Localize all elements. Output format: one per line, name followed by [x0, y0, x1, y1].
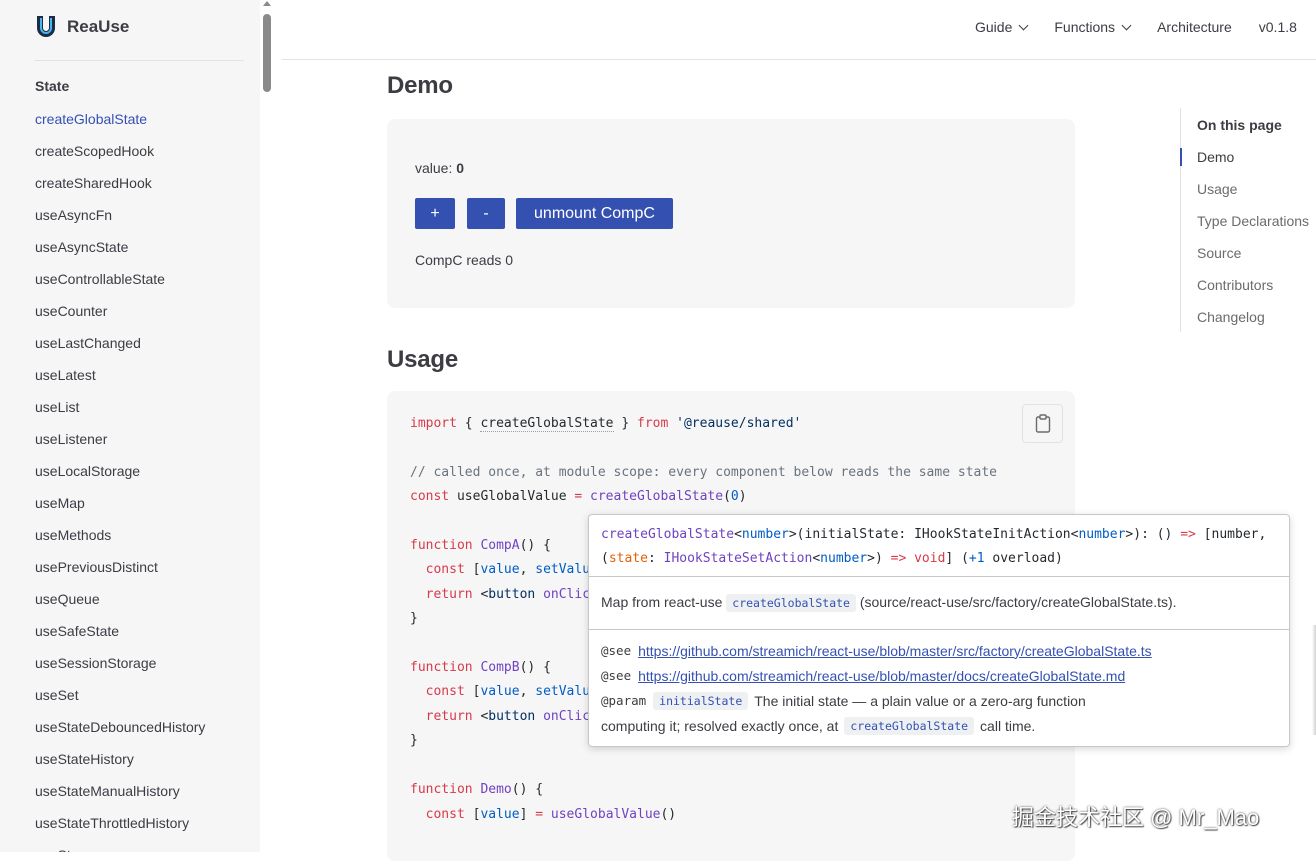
sidebar-item-usemethods[interactable]: useMethods	[35, 519, 205, 551]
sidebar-item-usestatehistory[interactable]: useStateHistory	[35, 743, 205, 775]
sidebar-item-usequeue[interactable]: useQueue	[35, 583, 205, 615]
tooltip-divider	[589, 629, 1289, 630]
watermark: 掘金技术社区 @ Mr_Mao	[1012, 805, 1260, 830]
usage-heading: Usage	[387, 346, 459, 373]
nav-functions-dropdown[interactable]: Functions	[1054, 19, 1132, 35]
sidebar-item-usest[interactable]: useSt	[35, 839, 205, 852]
demo-value-label: value:	[415, 160, 453, 176]
demo-box: value: 0 + - unmount CompC CompC reads 0	[387, 119, 1075, 308]
decrement-button[interactable]: -	[467, 198, 505, 229]
sidebar-divider	[34, 60, 244, 61]
scroll-up-arrow-icon[interactable]	[263, 1, 271, 6]
tooltip-desc-suffix: (source/react-use/src/factory/createGlob…	[859, 594, 1177, 610]
code-line: function Demo() {	[410, 782, 544, 798]
demo-value-text: value: 0	[415, 160, 464, 176]
param-text-2a: computing it; resolved exactly once, at	[601, 717, 839, 734]
nav-guide-label: Guide	[975, 19, 1013, 35]
toc-item-demo[interactable]: Demo	[1197, 149, 1309, 181]
top-navbar: Guide Functions Architecture v0.1.8	[282, 0, 1316, 60]
tooltip-divider	[589, 576, 1289, 577]
sidebar-item-uselocalstorage[interactable]: useLocalStorage	[35, 455, 205, 487]
table-of-contents: On this page Demo Usage Type Declaration…	[1180, 108, 1316, 332]
sidebar-item-uselastchanged[interactable]: useLastChanged	[35, 327, 205, 359]
toc-title: On this page	[1197, 117, 1282, 133]
sidebar-item-usestatethrottledhistory[interactable]: useStateThrottledHistory	[35, 807, 205, 839]
code-line: const useGlobalValue = createGlobalState…	[410, 489, 747, 505]
nav-architecture-link[interactable]: Architecture	[1157, 19, 1232, 35]
sidebar-item-useasyncstate[interactable]: useAsyncState	[35, 231, 205, 263]
code-line: // called once, at module scope: every c…	[410, 464, 997, 480]
sidebar-item-usecontrollablestate[interactable]: useControllableState	[35, 263, 205, 295]
signature-line: (state: IHookStateSetAction<number>) => …	[601, 551, 1063, 566]
compc-reads-text: CompC reads 0	[415, 252, 514, 268]
signature-line: createGlobalState<number>(initialState: …	[601, 527, 1267, 542]
tooltip-desc-prefix: Map from react-use	[601, 594, 723, 610]
increment-button[interactable]: +	[415, 198, 455, 229]
param-code: createGlobalState	[844, 716, 975, 735]
nav-architecture-label: Architecture	[1157, 19, 1232, 35]
see-link-2[interactable]: https://github.com/streamich/react-use/b…	[638, 668, 1125, 684]
version-label: v0.1.8	[1258, 19, 1297, 35]
toc-item-changelog[interactable]: Changelog	[1197, 309, 1309, 341]
sidebar-item-usecounter[interactable]: useCounter	[35, 295, 205, 327]
toc-list: Demo Usage Type Declarations Source Cont…	[1197, 149, 1309, 341]
toc-item-source[interactable]: Source	[1197, 245, 1309, 277]
copy-code-button[interactable]	[1022, 404, 1063, 443]
sidebar-item-usestatemanualhistory[interactable]: useStateManualHistory	[35, 775, 205, 807]
app-name: ReaUse	[67, 17, 130, 36]
param-name: initialState	[653, 691, 749, 710]
scrollbar-thumb[interactable]	[263, 14, 271, 92]
version-dropdown[interactable]: v0.1.8	[1259, 19, 1297, 35]
logo-icon	[37, 16, 55, 37]
sidebar-item-uselatest[interactable]: useLatest	[35, 359, 205, 391]
code-line: import { createGlobalState } from '@reau…	[410, 416, 802, 432]
toc-item-contributors[interactable]: Contributors	[1197, 277, 1309, 309]
param-text-1: The initial state — a plain value or a z…	[754, 692, 1086, 709]
sidebar-item-useasyncfn[interactable]: useAsyncFn	[35, 199, 205, 231]
see-tag: @see	[601, 668, 632, 683]
toc-active-marker	[1180, 148, 1182, 166]
param-text-2b: call time.	[980, 717, 1036, 734]
sidebar-scrollbar[interactable]	[260, 0, 274, 852]
sidebar-item-usepreviousdistinct[interactable]: usePreviousDistinct	[35, 551, 205, 583]
sidebar-item-usestatedebouncedhistory[interactable]: useStateDebouncedHistory	[35, 711, 205, 743]
nav-functions-label: Functions	[1054, 19, 1116, 35]
sidebar-item-createscopedhook[interactable]: createScopedHook	[35, 135, 205, 167]
sidebar-item-uselistener[interactable]: useListener	[35, 423, 205, 455]
demo-value-number: 0	[456, 160, 465, 176]
tooltip-signature: createGlobalState<number>(initialState: …	[601, 523, 1266, 571]
chevron-down-icon	[1018, 20, 1029, 30]
sidebar-nav: createGlobalState createScopedHook creat…	[35, 103, 205, 852]
clipboard-icon	[1035, 414, 1050, 433]
sidebar-item-createsharedhook[interactable]: createSharedHook	[35, 167, 205, 199]
sidebar-item-usemap[interactable]: useMap	[35, 487, 205, 519]
param-tag: @param	[601, 693, 647, 708]
hover-tooltip: createGlobalState<number>(initialState: …	[588, 514, 1290, 747]
sidebar: ReaUse State createGlobalState createSco…	[0, 0, 260, 852]
see-link-1[interactable]: https://github.com/streamich/react-use/b…	[638, 643, 1152, 659]
tooltip-tags: @see https://github.com/streamich/react-…	[601, 638, 1152, 738]
sidebar-item-uselist[interactable]: useList	[35, 391, 205, 423]
sidebar-section-title: State	[35, 78, 70, 94]
logo[interactable]: ReaUse	[36, 16, 129, 38]
edge-shadow	[1312, 625, 1316, 735]
tooltip-desc-code: createGlobalState	[726, 594, 856, 613]
nav-guide-dropdown[interactable]: Guide	[975, 19, 1029, 35]
code-line: const [value] = useGlobalValue()	[425, 806, 677, 822]
demo-heading: Demo	[387, 72, 453, 99]
unmount-compc-button[interactable]: unmount CompC	[516, 198, 673, 229]
chevron-down-icon	[1121, 20, 1132, 30]
toc-item-type-declarations[interactable]: Type Declarations	[1197, 213, 1309, 245]
sidebar-item-createglobalstate[interactable]: createGlobalState	[35, 103, 205, 135]
toc-item-usage[interactable]: Usage	[1197, 181, 1309, 213]
see-tag: @see	[601, 643, 632, 658]
sidebar-item-useset[interactable]: useSet	[35, 679, 205, 711]
tooltip-description: Map from react-use createGlobalState (so…	[601, 594, 1177, 613]
sidebar-item-usesessionstorage[interactable]: useSessionStorage	[35, 647, 205, 679]
sidebar-item-usesafestate[interactable]: useSafeState	[35, 615, 205, 647]
